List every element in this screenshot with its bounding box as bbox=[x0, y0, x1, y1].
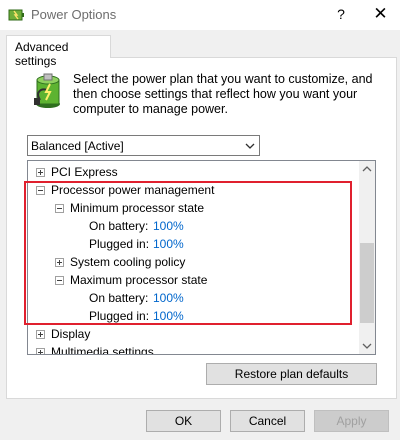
chevron-down-icon bbox=[245, 143, 255, 149]
scroll-up-arrow-icon[interactable] bbox=[359, 161, 375, 177]
collapse-minus-icon[interactable] bbox=[36, 186, 45, 195]
restore-plan-defaults-button[interactable]: Restore plan defaults bbox=[206, 363, 377, 385]
ok-button[interactable]: OK bbox=[146, 410, 221, 432]
setting-value-link[interactable]: 100% bbox=[153, 289, 184, 307]
expand-plus-icon[interactable] bbox=[36, 168, 45, 177]
tree-item-label: Multimedia settings bbox=[51, 345, 154, 355]
setting-label: Plugged in: bbox=[89, 309, 150, 323]
collapse-minus-icon[interactable] bbox=[55, 276, 64, 285]
tree-item-processor-power-management[interactable]: Processor power management bbox=[28, 181, 358, 199]
setting-value-link[interactable]: 100% bbox=[153, 217, 184, 235]
expand-plus-icon[interactable] bbox=[36, 348, 45, 354]
tab-label: Advanced settings bbox=[15, 40, 69, 68]
battery-plan-icon bbox=[34, 73, 60, 108]
power-plan-icon bbox=[8, 9, 24, 21]
tree-item-label: Processor power management bbox=[51, 183, 215, 197]
tree-item-pci-express[interactable]: PCI Express bbox=[28, 163, 358, 181]
tree-item-display[interactable]: Display bbox=[28, 325, 358, 343]
title-bar: Power Options ? ✕ bbox=[0, 0, 400, 30]
setting-value-link[interactable]: 100% bbox=[153, 307, 184, 325]
scroll-thumb[interactable] bbox=[360, 243, 374, 323]
tree-item-label: Minimum processor state bbox=[70, 201, 205, 215]
tree-item-label: System cooling policy bbox=[70, 255, 186, 269]
expand-plus-icon[interactable] bbox=[36, 330, 45, 339]
power-options-window: Power Options ? ✕ Advanced settings Sele… bbox=[0, 0, 400, 440]
help-button[interactable]: ? bbox=[326, 0, 356, 30]
scroll-down-arrow-icon[interactable] bbox=[359, 338, 375, 354]
setting-label: On battery: bbox=[89, 291, 149, 305]
tree-item-label: PCI Express bbox=[51, 165, 118, 179]
settings-tree[interactable]: PCI Express Processor power management M… bbox=[27, 160, 376, 355]
apply-button[interactable]: Apply bbox=[314, 410, 389, 432]
power-plan-selected: Balanced [Active] bbox=[31, 139, 124, 153]
tree-item-multimedia-settings[interactable]: Multimedia settings bbox=[28, 343, 358, 355]
setting-label: On battery: bbox=[89, 219, 149, 233]
tree-item-label: Maximum processor state bbox=[70, 273, 208, 287]
tree-item-system-cooling-policy[interactable]: System cooling policy bbox=[28, 253, 358, 271]
cancel-button[interactable]: Cancel bbox=[230, 410, 305, 432]
close-button[interactable]: ✕ bbox=[361, 0, 400, 30]
tree-item-label: Display bbox=[51, 327, 91, 341]
setting-label: Plugged in: bbox=[89, 237, 150, 251]
tree-item-min-on-battery[interactable]: On battery: 100% bbox=[28, 217, 358, 235]
expand-plus-icon[interactable] bbox=[55, 258, 64, 267]
tree-item-min-plugged-in[interactable]: Plugged in: 100% bbox=[28, 235, 358, 253]
tab-advanced-settings[interactable]: Advanced settings bbox=[6, 35, 111, 68]
description-text: Select the power plan that you want to c… bbox=[73, 72, 373, 116]
window-title: Power Options bbox=[31, 7, 117, 22]
collapse-minus-icon[interactable] bbox=[55, 204, 64, 213]
tree-item-max-plugged-in[interactable]: Plugged in: 100% bbox=[28, 307, 358, 325]
tree-scrollbar[interactable] bbox=[359, 161, 375, 354]
power-plan-dropdown[interactable]: Balanced [Active] bbox=[27, 135, 260, 156]
tree-item-minimum-processor-state[interactable]: Minimum processor state bbox=[28, 199, 358, 217]
tree-item-maximum-processor-state[interactable]: Maximum processor state bbox=[28, 271, 358, 289]
tree-item-max-on-battery[interactable]: On battery: 100% bbox=[28, 289, 358, 307]
setting-value-link[interactable]: 100% bbox=[153, 235, 184, 253]
